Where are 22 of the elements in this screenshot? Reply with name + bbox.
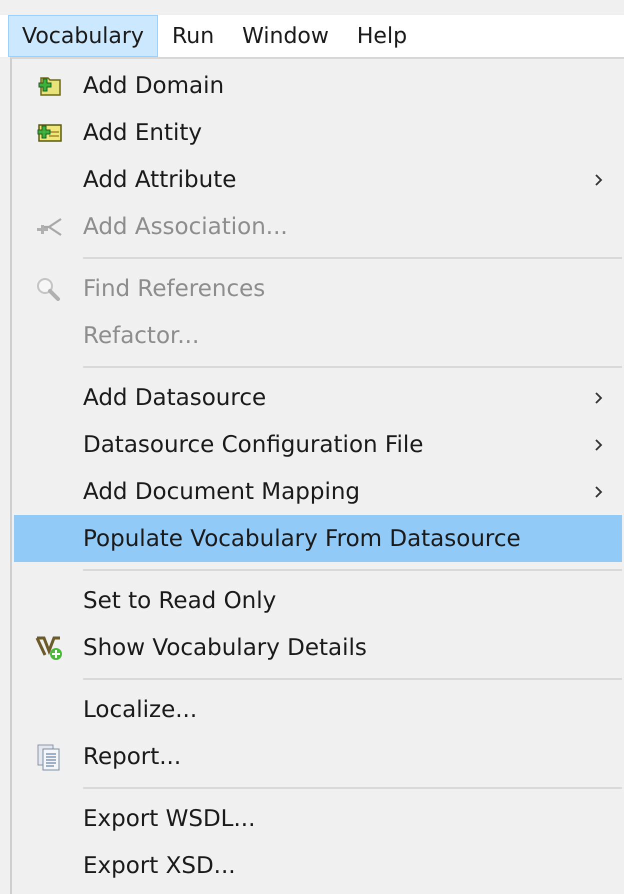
menu-item[interactable]: Set to Read Only xyxy=(14,577,622,624)
menu-item[interactable]: Report... xyxy=(14,733,622,780)
menu-bar-item[interactable]: Window xyxy=(228,15,343,57)
menu-item[interactable]: Show Vocabulary Details xyxy=(14,624,622,671)
menu-item[interactable]: Add Attribute xyxy=(14,156,622,203)
menu-item[interactable]: Populate Vocabulary From Datasource xyxy=(14,515,622,562)
menu-item[interactable]: Add Entity xyxy=(14,109,622,156)
menu-item[interactable]: Datasource Configuration File xyxy=(14,421,622,468)
menu-item[interactable]: Export XSD... xyxy=(14,842,622,889)
menu-bar-item[interactable]: Help xyxy=(342,15,422,57)
document-icon xyxy=(34,742,62,770)
menu-item[interactable]: Add Domain xyxy=(14,62,622,109)
vocabulary-add-icon xyxy=(34,634,62,660)
menu-item[interactable]: Add Datasource xyxy=(14,374,622,421)
menu-item[interactable]: Add Document Mapping xyxy=(14,468,622,515)
menu-bar-item[interactable]: Run xyxy=(158,15,228,57)
menu-bar-item[interactable]: Vocabulary xyxy=(8,15,158,57)
search-icon xyxy=(34,276,62,300)
menu-item[interactable]: Localize... xyxy=(14,686,622,733)
entity-plus-icon xyxy=(34,122,62,144)
menu-item[interactable]: Export WSDL... xyxy=(14,795,622,842)
association-icon xyxy=(34,216,62,238)
